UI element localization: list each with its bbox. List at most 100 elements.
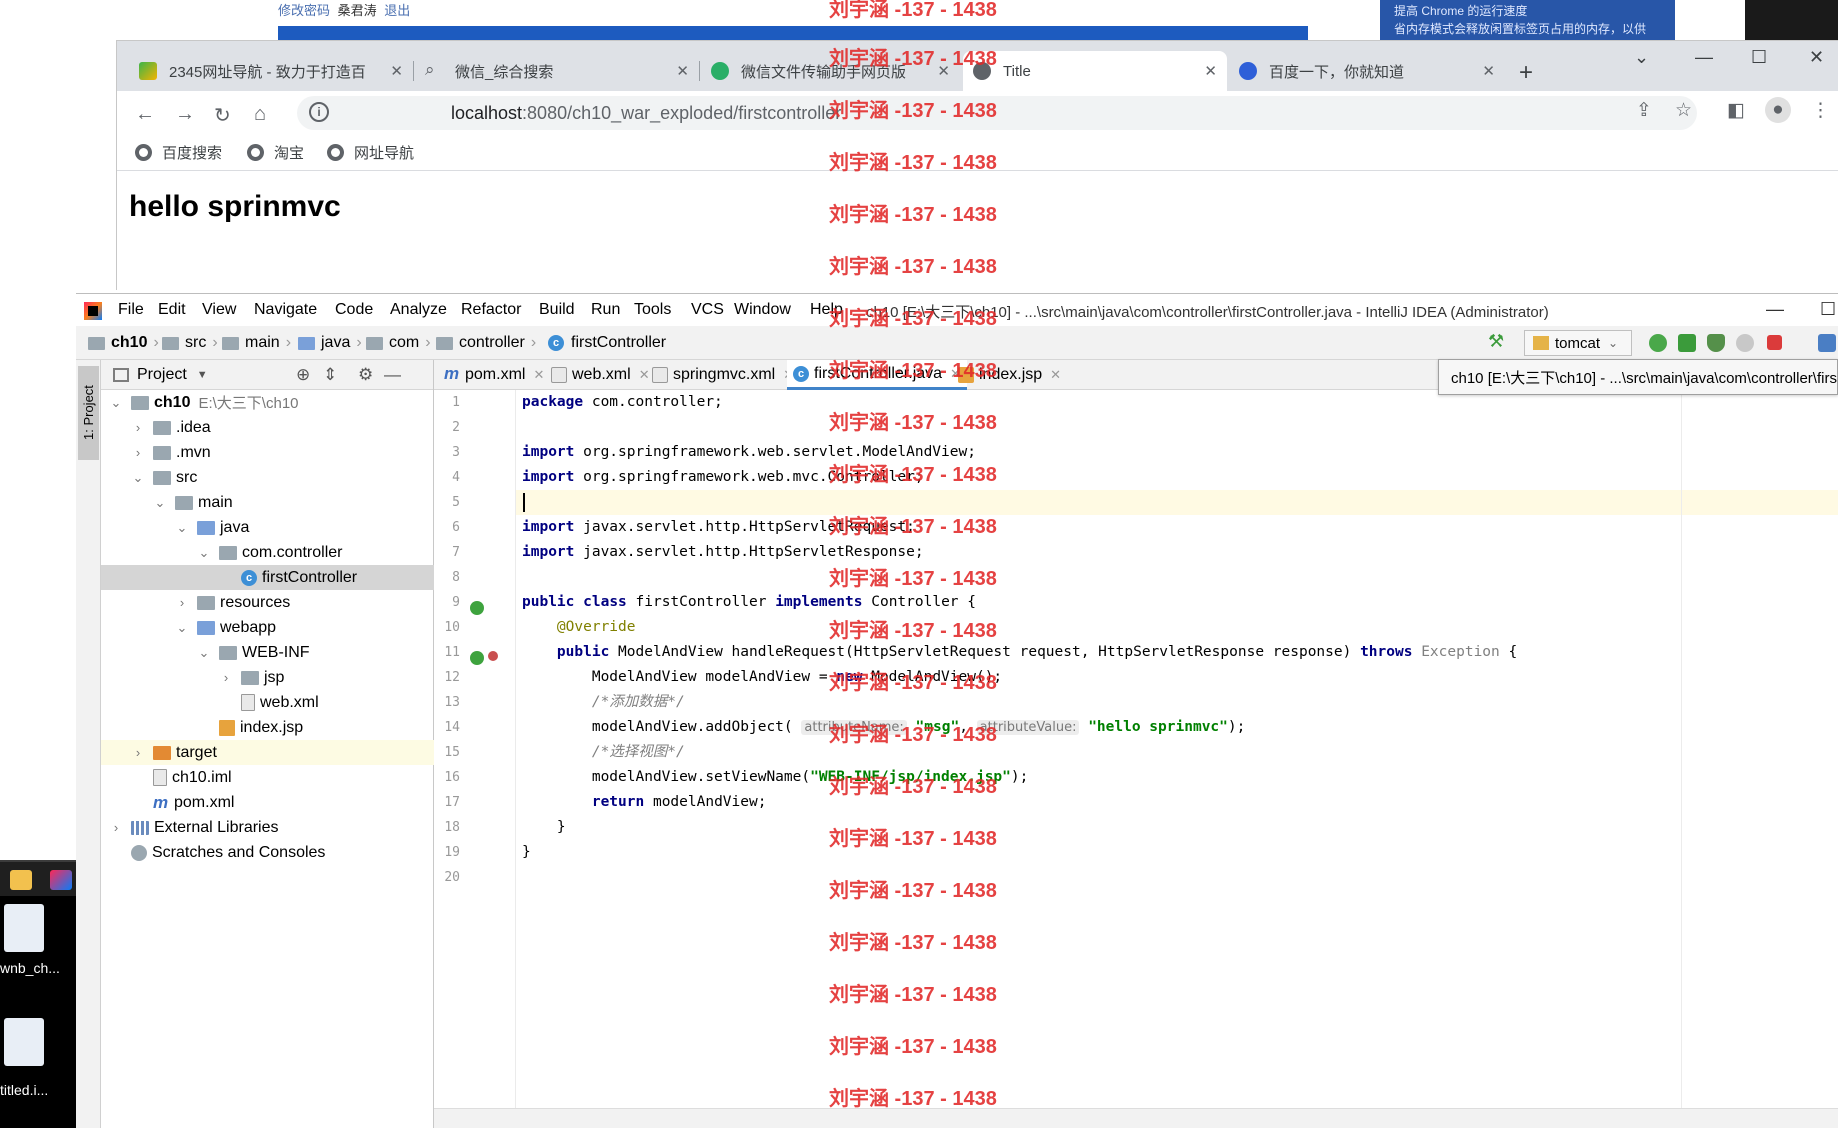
tree-item-src[interactable]: ⌄ src <box>101 465 434 490</box>
browser-tab-wechat-file[interactable]: 微信文件传输助手网页版 ✕ <box>701 51 960 91</box>
override-marker-icon[interactable] <box>488 651 498 661</box>
run-configuration-select[interactable]: tomcat ⌄ <box>1524 330 1632 356</box>
hide-panel-icon[interactable]: — <box>384 365 401 385</box>
debug-bug-icon[interactable] <box>1678 334 1696 352</box>
side-panel-icon[interactable]: ◧ <box>1727 99 1745 122</box>
rerun-icon[interactable] <box>1649 334 1667 352</box>
tree-item-firstcontroller[interactable]: c firstController <box>101 565 434 590</box>
menu-refactor[interactable]: Refactor <box>461 301 521 319</box>
close-icon[interactable]: ✕ <box>937 62 950 80</box>
tree-item-external-libraries[interactable]: › External Libraries <box>101 815 434 840</box>
breadcrumb-java[interactable]: java › <box>298 334 362 352</box>
menu-analyze[interactable]: Analyze <box>390 301 447 319</box>
close-icon[interactable]: ✕ <box>533 367 544 383</box>
editor-tab-springmvc-xml[interactable]: springmvc.xml✕ <box>646 360 800 390</box>
chevron-right-icon[interactable]: › <box>109 820 123 835</box>
change-password-link[interactable]: 修改密码 <box>278 3 330 18</box>
menu-view[interactable]: View <box>202 301 236 319</box>
chevron-right-icon[interactable]: › <box>175 595 189 610</box>
menu-edit[interactable]: Edit <box>158 301 186 319</box>
project-structure-icon[interactable] <box>1818 334 1836 352</box>
locate-target-icon[interactable]: ⊕ <box>296 365 310 385</box>
tree-item-jsp[interactable]: › jsp <box>101 665 434 690</box>
code-area[interactable]: package com.controller; import org.sprin… <box>516 390 1838 1128</box>
bookmark-baidu-search[interactable]: 百度搜索 <box>135 142 222 163</box>
close-icon[interactable]: ✕ <box>1204 62 1217 80</box>
editor-tab-pom-xml[interactable]: m pom.xml ✕ <box>438 360 550 390</box>
menu-file[interactable]: File <box>118 301 144 319</box>
file-explorer-icon[interactable] <box>10 870 32 890</box>
menu-navigate[interactable]: Navigate <box>254 301 317 319</box>
chevron-right-icon[interactable]: › <box>219 670 233 685</box>
chevron-down-icon[interactable]: ⌄ <box>175 520 189 536</box>
menu-window[interactable]: Window <box>734 301 791 319</box>
reload-icon[interactable]: ↻ <box>214 103 231 128</box>
close-icon[interactable]: ✕ <box>1050 367 1061 383</box>
gear-icon[interactable]: ⚙ <box>358 365 373 385</box>
chevron-down-icon[interactable]: ⌄ <box>175 620 189 636</box>
browser-tab-title[interactable]: Title ✕ <box>963 51 1227 91</box>
chevron-right-icon[interactable]: › <box>131 420 145 435</box>
chevron-down-icon[interactable]: ⌄ <box>109 395 123 411</box>
chevron-down-icon[interactable]: ⌄ <box>131 470 145 486</box>
site-info-icon[interactable]: i <box>309 102 329 122</box>
bookmark-taobao[interactable]: 淘宝 <box>247 142 304 163</box>
menu-help[interactable]: Help <box>810 301 843 319</box>
stop-icon[interactable] <box>1767 335 1782 350</box>
home-icon[interactable]: ⌂ <box>254 103 266 126</box>
tree-item-resources[interactable]: › resources <box>101 590 434 615</box>
profile-icon[interactable] <box>1736 334 1754 352</box>
close-icon[interactable]: ✕ <box>1482 62 1495 80</box>
chevron-down-icon[interactable]: ⌄ <box>197 545 211 561</box>
menu-vcs[interactable]: VCS <box>691 301 724 319</box>
python-file-icon[interactable] <box>4 904 44 952</box>
breadcrumb-ch10[interactable]: ch10 › <box>88 334 159 352</box>
minimize-icon[interactable]: — <box>1766 299 1784 320</box>
back-arrow-icon[interactable]: ← <box>135 103 155 126</box>
browser-tab-2345[interactable]: 2345网址导航 - 致力于打造百 ✕ <box>129 51 414 91</box>
tree-item-main[interactable]: ⌄ main <box>101 490 434 515</box>
chevron-right-icon[interactable]: › <box>131 445 145 460</box>
new-tab-button[interactable]: + <box>1519 59 1533 87</box>
coverage-shield-icon[interactable] <box>1707 334 1725 352</box>
close-icon[interactable]: ✕ <box>390 62 403 80</box>
editor-tab-web-xml[interactable]: web.xml ✕ <box>545 360 656 390</box>
minimize-icon[interactable]: — <box>1695 47 1713 68</box>
breadcrumb-firstcontroller[interactable]: c firstController <box>548 334 666 352</box>
tree-item-web-xml[interactable]: web.xml <box>101 690 434 715</box>
hammer-build-icon[interactable]: ⚒ <box>1488 331 1506 351</box>
breadcrumb-main[interactable]: main › <box>222 334 291 352</box>
chevron-down-icon[interactable]: ⌄ <box>197 645 211 661</box>
editor-tab-index-jsp[interactable]: index.jsp ✕ <box>952 360 1067 390</box>
profile-avatar-icon[interactable]: ● <box>1765 97 1791 123</box>
share-icon[interactable]: ⇪ <box>1636 99 1652 122</box>
implemented-interface-icon[interactable] <box>470 601 484 615</box>
collapse-all-icon[interactable]: ⇕ <box>323 365 337 385</box>
tree-item-scratches[interactable]: Scratches and Consoles <box>101 840 434 865</box>
tree-item-idea[interactable]: › .idea <box>101 415 434 440</box>
breadcrumb-controller[interactable]: controller › <box>436 334 536 352</box>
chevron-right-icon[interactable]: › <box>131 745 145 760</box>
tree-item-ch10[interactable]: ⌄ ch10 E:\大三下\ch10 <box>101 390 434 415</box>
editor-tab-firstcontroller-java[interactable]: c firstController.java ✕ <box>787 360 967 390</box>
menu-run[interactable]: Run <box>591 301 620 319</box>
tree-item-java[interactable]: ⌄ java <box>101 515 434 540</box>
forward-arrow-icon[interactable]: → <box>175 103 195 126</box>
implements-method-icon[interactable] <box>470 651 484 665</box>
menu-tools[interactable]: Tools <box>634 301 671 319</box>
tree-item-index-jsp[interactable]: index.jsp <box>101 715 434 740</box>
url-text[interactable]: localhost:8080/ch10_war_exploded/firstco… <box>451 103 841 124</box>
horizontal-scrollbar[interactable] <box>434 1108 1838 1128</box>
project-tool-button[interactable]: 1: Project <box>78 366 99 460</box>
tree-item-ch10-iml[interactable]: ch10.iml <box>101 765 434 790</box>
project-view-select[interactable]: Project ▼ <box>113 366 208 384</box>
text-file-icon[interactable] <box>4 1018 44 1066</box>
maximize-icon[interactable]: ☐ <box>1820 299 1836 320</box>
logout-link[interactable]: 退出 <box>384 3 410 18</box>
chevron-down-icon[interactable]: ⌄ <box>153 495 167 511</box>
close-window-icon[interactable]: ✕ <box>1809 47 1824 68</box>
menu-kebab-icon[interactable]: ⋮ <box>1811 99 1830 122</box>
menu-code[interactable]: Code <box>335 301 373 319</box>
bookmark-star-icon[interactable]: ☆ <box>1675 99 1692 122</box>
tree-item-pom-xml[interactable]: m pom.xml <box>101 790 434 815</box>
